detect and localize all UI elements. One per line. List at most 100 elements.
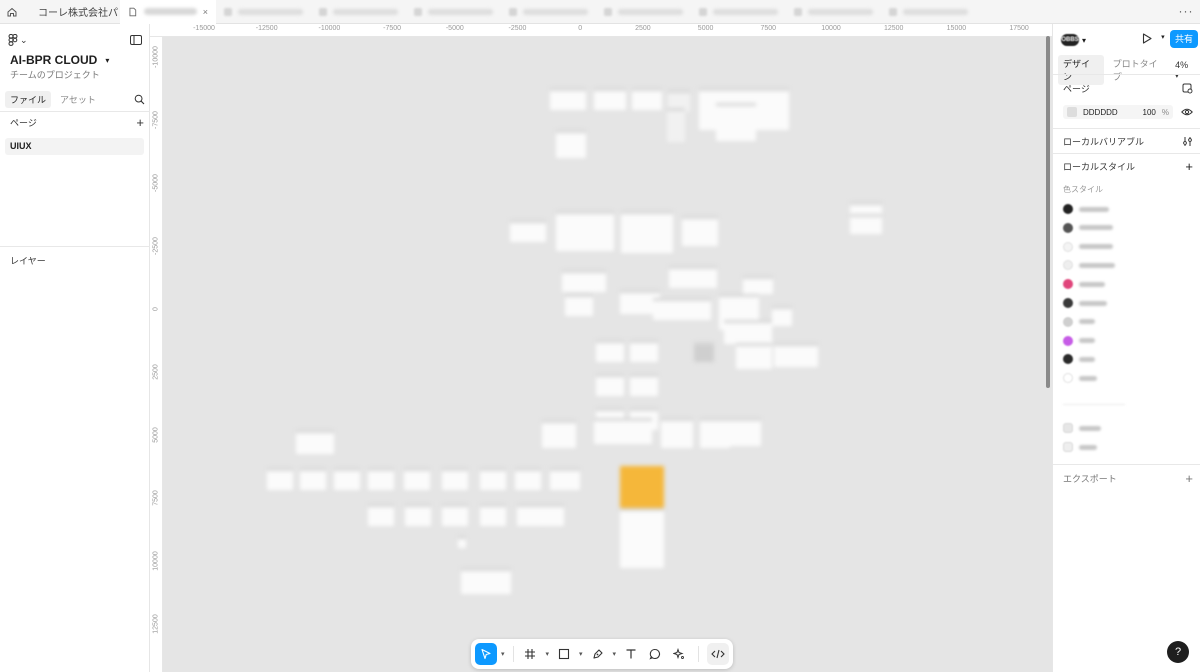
tab-prototype[interactable]: プロトタイプ [1108, 55, 1171, 85]
design-frame[interactable] [442, 468, 468, 490]
tab-assets[interactable]: アセット [55, 91, 101, 108]
share-button[interactable]: 共有 [1170, 30, 1198, 48]
pen-tool-button[interactable] [587, 643, 609, 665]
search-icon[interactable] [134, 94, 145, 105]
tab-file-3[interactable] [216, 0, 311, 24]
design-frame[interactable] [267, 468, 293, 490]
design-frame[interactable] [442, 504, 468, 526]
design-frame[interactable] [694, 342, 714, 362]
help-button[interactable]: ? [1167, 641, 1189, 663]
background-hex[interactable]: DDDDDD [1083, 108, 1137, 117]
design-frame[interactable] [661, 418, 693, 448]
design-frame[interactable] [620, 508, 664, 568]
page-settings-icon[interactable] [1182, 83, 1193, 94]
color-style-item[interactable] [1063, 241, 1183, 253]
design-frame[interactable] [667, 108, 685, 142]
design-frame[interactable] [550, 88, 586, 110]
design-frame[interactable] [772, 306, 792, 326]
comment-tool-button[interactable] [644, 643, 666, 665]
design-frame[interactable] [510, 220, 546, 242]
dev-mode-toggle[interactable] [707, 643, 729, 665]
color-style-item[interactable] [1063, 259, 1183, 271]
tab-file-5[interactable] [406, 0, 501, 24]
effect-style-item[interactable] [1063, 441, 1183, 453]
avatar[interactable]: OBBS [1061, 34, 1079, 46]
color-style-item[interactable] [1063, 335, 1183, 347]
chevron-down-icon[interactable]: ▾ [499, 650, 507, 658]
local-variables-row[interactable]: ローカルバリアブル [1063, 135, 1193, 148]
color-style-item[interactable] [1063, 372, 1183, 384]
chevron-down-icon[interactable]: ▾ [543, 650, 551, 658]
sidebar-toggle-icon[interactable] [130, 35, 142, 45]
design-frame[interactable] [562, 270, 606, 292]
design-frame[interactable] [632, 88, 662, 110]
tab-design[interactable]: デザイン [1058, 55, 1104, 85]
add-style-icon[interactable]: + [1185, 160, 1193, 173]
design-frame[interactable] [774, 343, 818, 367]
chevron-down-icon[interactable]: ▾ [1082, 36, 1086, 45]
design-frame[interactable] [736, 343, 772, 369]
variables-sliders-icon[interactable] [1182, 136, 1193, 147]
design-frame[interactable] [565, 294, 593, 316]
tab-file-7[interactable] [596, 0, 691, 24]
design-frame[interactable] [729, 418, 761, 446]
color-chip[interactable] [1067, 107, 1077, 117]
design-frame[interactable] [596, 374, 624, 396]
design-frame[interactable] [682, 216, 718, 246]
design-frame[interactable] [300, 468, 326, 490]
eye-icon[interactable] [1181, 107, 1193, 117]
tab-file-6[interactable] [501, 0, 596, 24]
actions-tool-button[interactable] [668, 643, 690, 665]
design-frame[interactable] [404, 468, 430, 490]
color-style-item[interactable] [1063, 316, 1183, 328]
design-frame[interactable] [850, 214, 882, 234]
design-frame[interactable] [461, 568, 511, 594]
shape-tool-button[interactable] [553, 643, 575, 665]
design-frame[interactable] [542, 504, 564, 526]
frame-tool-button[interactable] [519, 643, 541, 665]
tab-file-10[interactable] [881, 0, 976, 24]
design-frame[interactable] [556, 211, 614, 251]
design-frame[interactable] [556, 130, 586, 158]
tab-file-8[interactable] [691, 0, 786, 24]
design-frame[interactable] [594, 418, 652, 444]
project-title[interactable]: AI-BPR CLOUD ▾ [10, 53, 109, 67]
design-frame[interactable] [296, 430, 334, 454]
page-background-input[interactable]: DDDDDD 100 % [1063, 105, 1173, 119]
design-frame[interactable] [458, 536, 466, 548]
design-frame[interactable] [653, 298, 711, 320]
color-style-item[interactable] [1063, 203, 1183, 215]
tab-file-active[interactable]: × [120, 0, 216, 24]
background-opacity[interactable]: 100 [1143, 108, 1156, 117]
design-frame[interactable] [700, 418, 730, 448]
tab-file-4[interactable] [311, 0, 406, 24]
zoom-level[interactable]: 4% ▾ [1175, 60, 1194, 80]
design-frame[interactable] [480, 504, 506, 526]
design-frame[interactable] [594, 88, 626, 110]
design-frame[interactable] [621, 211, 673, 253]
home-button[interactable] [0, 0, 24, 24]
design-frame[interactable] [334, 468, 360, 490]
color-style-item[interactable] [1063, 353, 1183, 365]
tab-file-1[interactable]: コーレ株式会社パン [24, 0, 120, 24]
main-menu-button[interactable]: ⌄ [8, 34, 28, 46]
design-frame[interactable] [743, 276, 773, 294]
canvas-scrollbar-vertical[interactable] [1046, 36, 1050, 388]
page-item-uiux[interactable]: UIUX [5, 138, 144, 155]
chevron-down-icon[interactable]: ▾ [1161, 34, 1165, 41]
design-frame[interactable] [596, 340, 624, 362]
chevron-down-icon[interactable]: ▾ [577, 650, 585, 658]
design-frame[interactable] [515, 468, 541, 490]
design-frame[interactable] [669, 266, 717, 288]
close-icon[interactable]: × [203, 7, 208, 17]
export-row[interactable]: エクスポート + [1063, 472, 1193, 485]
text-tool-button[interactable] [620, 643, 642, 665]
add-page-icon[interactable]: + [136, 116, 144, 129]
more-options-icon[interactable]: ··· [1178, 4, 1194, 20]
design-frame[interactable] [550, 468, 580, 490]
color-style-item[interactable] [1063, 278, 1183, 290]
design-frame[interactable] [724, 320, 772, 344]
tab-file-9[interactable] [786, 0, 881, 24]
design-frame[interactable] [480, 468, 506, 490]
design-frame[interactable] [716, 103, 756, 141]
